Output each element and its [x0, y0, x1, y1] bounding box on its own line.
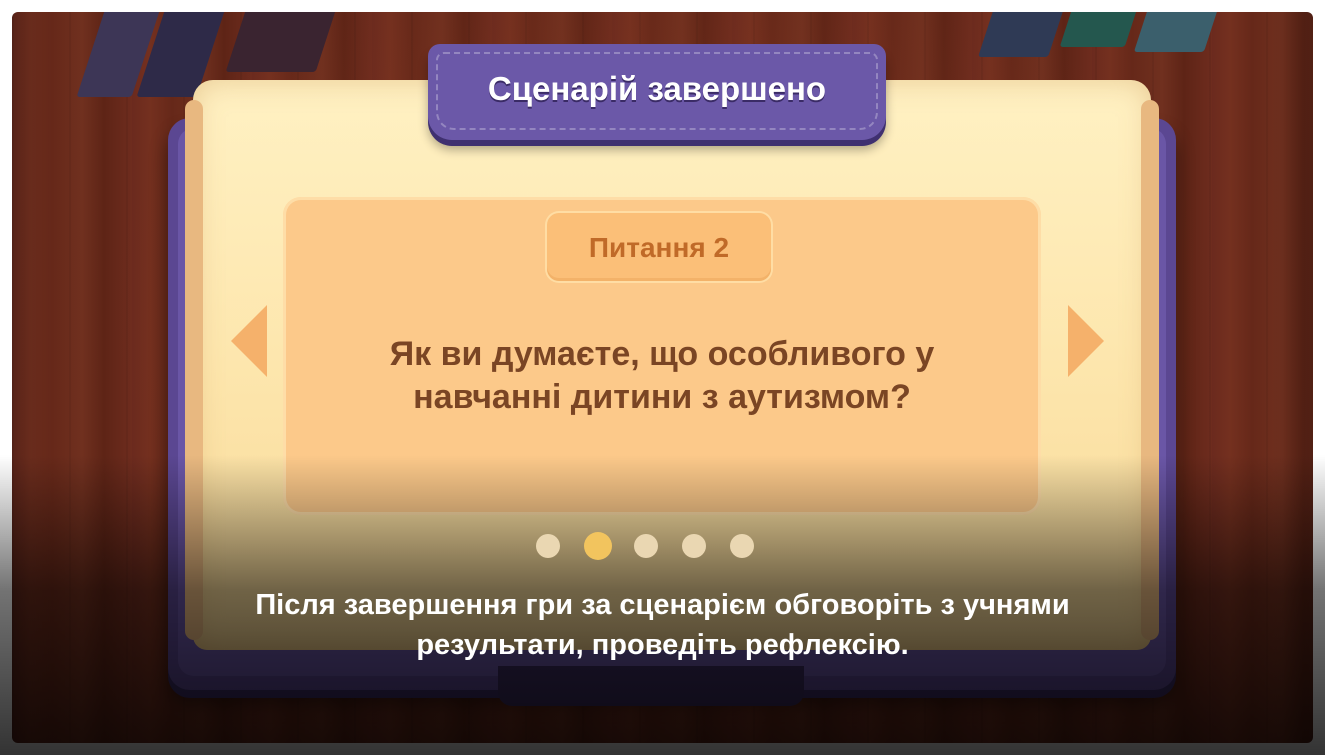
- pager-dot[interactable]: [730, 534, 754, 558]
- background-book: [1059, 12, 1140, 47]
- narration-subtitle: Після завершення гри за сценарієм обгово…: [150, 585, 1175, 665]
- chevron-right-icon[interactable]: [1068, 305, 1104, 377]
- pager-dot-active[interactable]: [584, 532, 612, 560]
- question-text-line: Як ви думаєте, що особливого у: [389, 335, 935, 373]
- question-number-badge: Питання 2: [547, 213, 771, 281]
- subtitle-line: Після завершення гри за сценарієм обгово…: [255, 589, 1070, 621]
- chevron-left-icon[interactable]: [231, 305, 267, 377]
- pager-dots: [536, 532, 762, 560]
- pager-dot[interactable]: [536, 534, 560, 558]
- background-book: [1133, 12, 1221, 52]
- title-banner: Сценарій завершено: [428, 44, 886, 140]
- pager-dot[interactable]: [634, 534, 658, 558]
- question-text: Як ви думаєте, що особливого у навчанні …: [323, 333, 1001, 419]
- subtitle-line: результати, проведіть рефлексію.: [416, 629, 909, 661]
- background-book: [978, 12, 1066, 57]
- question-number-label: Питання 2: [588, 232, 730, 263]
- page-title: Сценарій завершено: [487, 70, 827, 107]
- background-book: [225, 12, 339, 72]
- question-text-line: навчанні дитини з аутизмом?: [413, 378, 911, 416]
- pager-dot[interactable]: [682, 534, 706, 558]
